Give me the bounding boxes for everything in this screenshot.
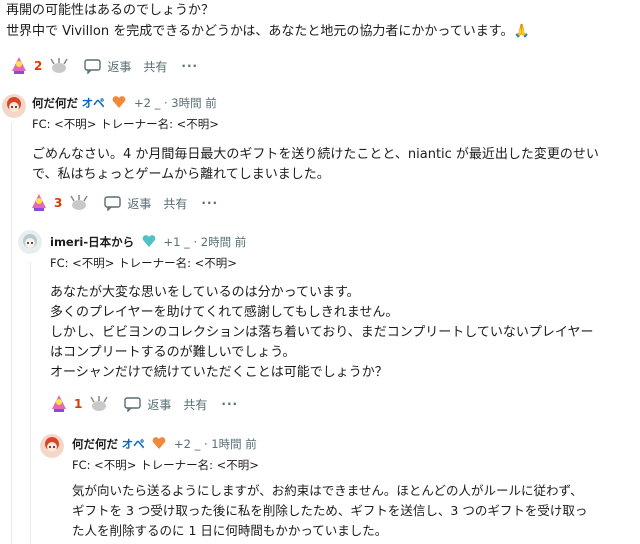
heart-flair-icon — [108, 96, 130, 110]
downvote-flair-icon[interactable] — [88, 393, 110, 415]
post-action-bar: 2 返事 共有 ··· — [8, 54, 198, 78]
comment-line-1: 気が向いたら送るようにしますが、お約束はできません。ほとんどの人がルールに従わず… — [72, 483, 583, 498]
username[interactable]: 何だ何だ — [32, 96, 78, 110]
share-button[interactable]: 共有 — [143, 58, 167, 75]
timestamp: · 3時間 前 — [163, 96, 217, 110]
karma: +2 _ — [173, 437, 201, 451]
more-options-button[interactable]: ··· — [221, 397, 238, 411]
comment-line-2: で、私はちょっとゲームから離れてしまいました。 — [32, 167, 330, 182]
user-flair: FC: <不明> トレーナー名: <不明> — [32, 117, 219, 131]
upvote-flair-icon[interactable] — [8, 55, 30, 77]
vote-count: 2 — [34, 59, 43, 73]
reply-label: 返事 — [147, 397, 172, 412]
post-line-2: 世界中で Vivillon を完成できるかどうかは、あなたと地元の協力者にかかっ… — [6, 24, 530, 39]
user-flair: FC: <不明> トレーナー名: <不明> — [72, 458, 259, 472]
thread-line — [11, 122, 12, 544]
speech-bubble-icon — [104, 195, 122, 211]
op-badge: オペ — [121, 437, 145, 451]
reply-button[interactable]: 返事 — [84, 58, 131, 75]
reply-label: 返事 — [107, 59, 132, 74]
user-flair: FC: <不明> トレーナー名: <不明> — [50, 256, 237, 270]
share-button[interactable]: 共有 — [183, 396, 207, 413]
avatar[interactable] — [18, 230, 42, 258]
comment-line-4: はコンプリートするのが難しいでしょう。 — [50, 345, 296, 360]
comment-line-2: 多くのプレイヤーを助けてくれて感謝してもしきれません。 — [50, 305, 399, 320]
avatar[interactable] — [2, 94, 26, 122]
reply-button[interactable]: 返事 — [124, 396, 171, 413]
downvote-flair-icon[interactable] — [68, 192, 90, 214]
comment-line-1: ごめんなさい。4 か月間毎日最大のギフトを送り続けたことと、niantic が最… — [32, 147, 599, 162]
avatar[interactable] — [40, 434, 64, 462]
comment-header: 何だ何だ オペ +2 _ · 3時間 前 — [32, 95, 217, 111]
comment-action-bar: 3 返事 共有 ··· — [28, 191, 218, 215]
more-options-button[interactable]: ··· — [201, 196, 218, 210]
heart-flair-icon — [148, 437, 170, 451]
comment-line-3: しかし、ビビヨンのコレクションは落ち着いており、まだコンプリートしていないプレイ… — [50, 325, 594, 340]
comment-line-2: ギフトを 3 つ受け取った後に私を削除したため、ギフトを送信し、3 つのギフトを… — [72, 503, 588, 518]
karma: +1 _ — [163, 235, 190, 249]
comment-line-5: オーシャンだけで続けていただくことは可能でしょうか？ — [50, 365, 388, 380]
heart-flair-icon — [138, 235, 160, 249]
username[interactable]: imeri-日本から — [50, 235, 134, 249]
timestamp: · 1時間 前 — [203, 437, 257, 451]
share-button[interactable]: 共有 — [163, 195, 187, 212]
more-options-button[interactable]: ··· — [181, 59, 198, 73]
comment-action-bar: 1 返事 共有 ··· — [48, 392, 238, 416]
reply-button[interactable]: 返事 — [104, 195, 151, 212]
upvote-flair-icon[interactable] — [48, 393, 70, 415]
upvote-flair-icon[interactable] — [28, 192, 50, 214]
comment-header: imeri-日本から +1 _ · 2時間 前 — [50, 234, 246, 250]
downvote-flair-icon[interactable] — [48, 55, 70, 77]
speech-bubble-icon — [84, 58, 102, 74]
comment-header: 何だ何だ オペ +2 _ · 1時間 前 — [72, 436, 257, 452]
vote-count: 3 — [54, 196, 63, 210]
comment-line-1: あなたが大変な思いをしているのは分かっています。 — [50, 285, 360, 300]
username[interactable]: 何だ何だ — [72, 437, 118, 451]
karma: +2 _ — [133, 96, 161, 110]
timestamp: · 2時間 前 — [193, 235, 247, 249]
vote-count: 1 — [74, 397, 83, 411]
speech-bubble-icon — [124, 396, 142, 412]
post-line-1: 再開の可能性はあるのでしょうか？ — [6, 3, 215, 18]
comment-line-3: た人を削除するのに 1 日に何時間もかかっていました。 — [72, 523, 388, 538]
thread-line — [30, 262, 31, 544]
reply-label: 返事 — [127, 196, 152, 211]
op-badge: オペ — [81, 96, 105, 110]
